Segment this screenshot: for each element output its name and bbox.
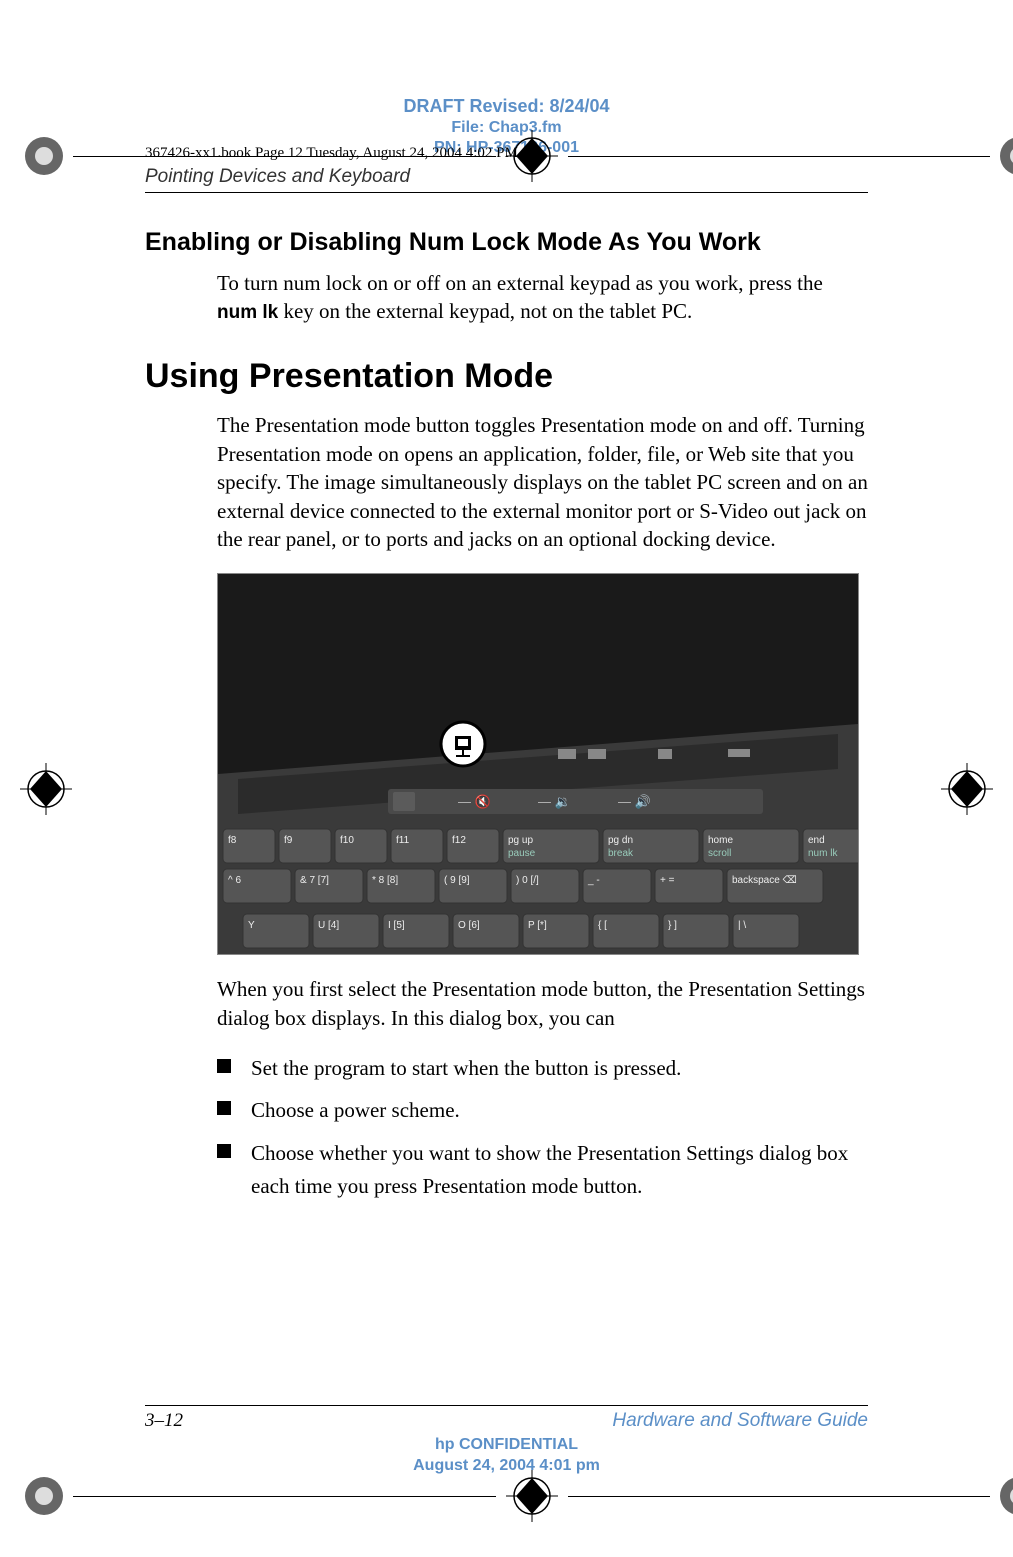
registration-target-icon: [506, 1470, 558, 1522]
svg-text:f12: f12: [452, 835, 466, 846]
bullet-text: Choose a power scheme.: [251, 1094, 460, 1127]
bullet-text: Set the program to start when the button…: [251, 1052, 681, 1085]
page-number: 3–12: [145, 1410, 183, 1432]
svg-text:} ]: } ]: [668, 920, 677, 931]
square-bullet-icon: [217, 1144, 231, 1158]
svg-text:* 8 [8]: * 8 [8]: [372, 875, 398, 886]
confidential-line1: hp CONFIDENTIAL: [0, 1435, 1013, 1456]
presentation-paragraph-1: The Presentation mode button toggles Pre…: [217, 411, 868, 553]
confidential-footer: hp CONFIDENTIAL August 24, 2004 4:01 pm: [0, 1435, 1013, 1477]
draft-revised: DRAFT Revised: 8/24/04: [0, 95, 1013, 118]
square-bullet-icon: [217, 1101, 231, 1115]
numlock-paragraph: To turn num lock on or off on an externa…: [217, 269, 868, 326]
crop-marks-bottom: [25, 1470, 1013, 1522]
svg-text:& 7 [7]: & 7 [7]: [300, 875, 329, 886]
subheading-numlock: Enabling or Disabling Num Lock Mode As Y…: [145, 228, 868, 257]
list-item: Choose whether you want to show the Pres…: [217, 1137, 868, 1202]
draft-file: File: Chap3.fm: [0, 118, 1013, 138]
guide-title: Hardware and Software Guide: [612, 1410, 868, 1432]
keyboard-photo: — 🔇 — 🔉 — 🔊 f8 f9 f10 f11 f12 pg up pause pg dn…: [217, 573, 859, 955]
svg-text:f8: f8: [228, 835, 237, 846]
svg-text:— 🔉: — 🔉: [538, 794, 571, 810]
svg-text:pause: pause: [508, 848, 536, 859]
svg-text:pg dn: pg dn: [608, 835, 633, 846]
heading-presentation-mode: Using Presentation Mode: [145, 357, 868, 396]
chapter-title: Pointing Devices and Keyboard: [145, 166, 1013, 188]
svg-text:end: end: [808, 835, 825, 846]
page-meta-header: 367426-xx1.book Page 12 Tuesday, August …: [145, 145, 518, 162]
svg-text:home: home: [708, 835, 733, 846]
svg-text:_ -: _ -: [587, 875, 600, 886]
svg-text:— 🔊: — 🔊: [618, 793, 651, 810]
svg-text:{ [: { [: [598, 920, 607, 931]
svg-text:^ 6: ^ 6: [228, 875, 241, 886]
page-content: Enabling or Disabling Num Lock Mode As Y…: [145, 228, 868, 1203]
svg-text:U [4]: U [4]: [318, 920, 339, 931]
keycap-numlk: num lk: [217, 302, 278, 323]
svg-text:O [6]: O [6]: [458, 920, 480, 931]
registration-circle-icon: [25, 1477, 63, 1515]
list-item: Set the program to start when the button…: [217, 1052, 868, 1085]
svg-text:f9: f9: [284, 835, 293, 846]
list-item: Choose a power scheme.: [217, 1094, 868, 1127]
registration-target-icon: [941, 763, 993, 815]
svg-text:pg up: pg up: [508, 835, 533, 846]
svg-text:— 🔇: — 🔇: [458, 794, 491, 809]
svg-text:P [*]: P [*]: [528, 920, 547, 931]
svg-text:break: break: [608, 848, 634, 859]
svg-text:scroll: scroll: [708, 848, 731, 859]
svg-text:I [5]: I [5]: [388, 920, 405, 931]
page-footer: 3–12 Hardware and Software Guide: [145, 1405, 868, 1432]
presentation-bullet-list: Set the program to start when the button…: [217, 1052, 868, 1202]
svg-text:f10: f10: [340, 835, 354, 846]
registration-circle-icon: [1000, 1477, 1013, 1515]
svg-text:Y: Y: [248, 920, 255, 931]
svg-text:num lk: num lk: [808, 848, 838, 859]
svg-text:( 9 [9]: ( 9 [9]: [444, 875, 470, 886]
confidential-line2: August 24, 2004 4:01 pm: [0, 1456, 1013, 1477]
svg-text:+ =: + =: [660, 875, 675, 886]
registration-target-icon: [20, 763, 72, 815]
svg-text:f11: f11: [396, 835, 410, 846]
svg-text:backspace ⌫: backspace ⌫: [732, 875, 797, 886]
svg-text:) 0 [/]: ) 0 [/]: [516, 875, 539, 886]
presentation-paragraph-2: When you first select the Presentation m…: [217, 975, 868, 1032]
header-rule: [145, 192, 868, 193]
bullet-text: Choose whether you want to show the Pres…: [251, 1137, 868, 1202]
svg-text:| \: | \: [738, 920, 746, 931]
square-bullet-icon: [217, 1059, 231, 1073]
text-fragment: To turn num lock on or off on an externa…: [217, 271, 823, 295]
text-fragment: key on the external keypad, not on the t…: [278, 299, 692, 323]
